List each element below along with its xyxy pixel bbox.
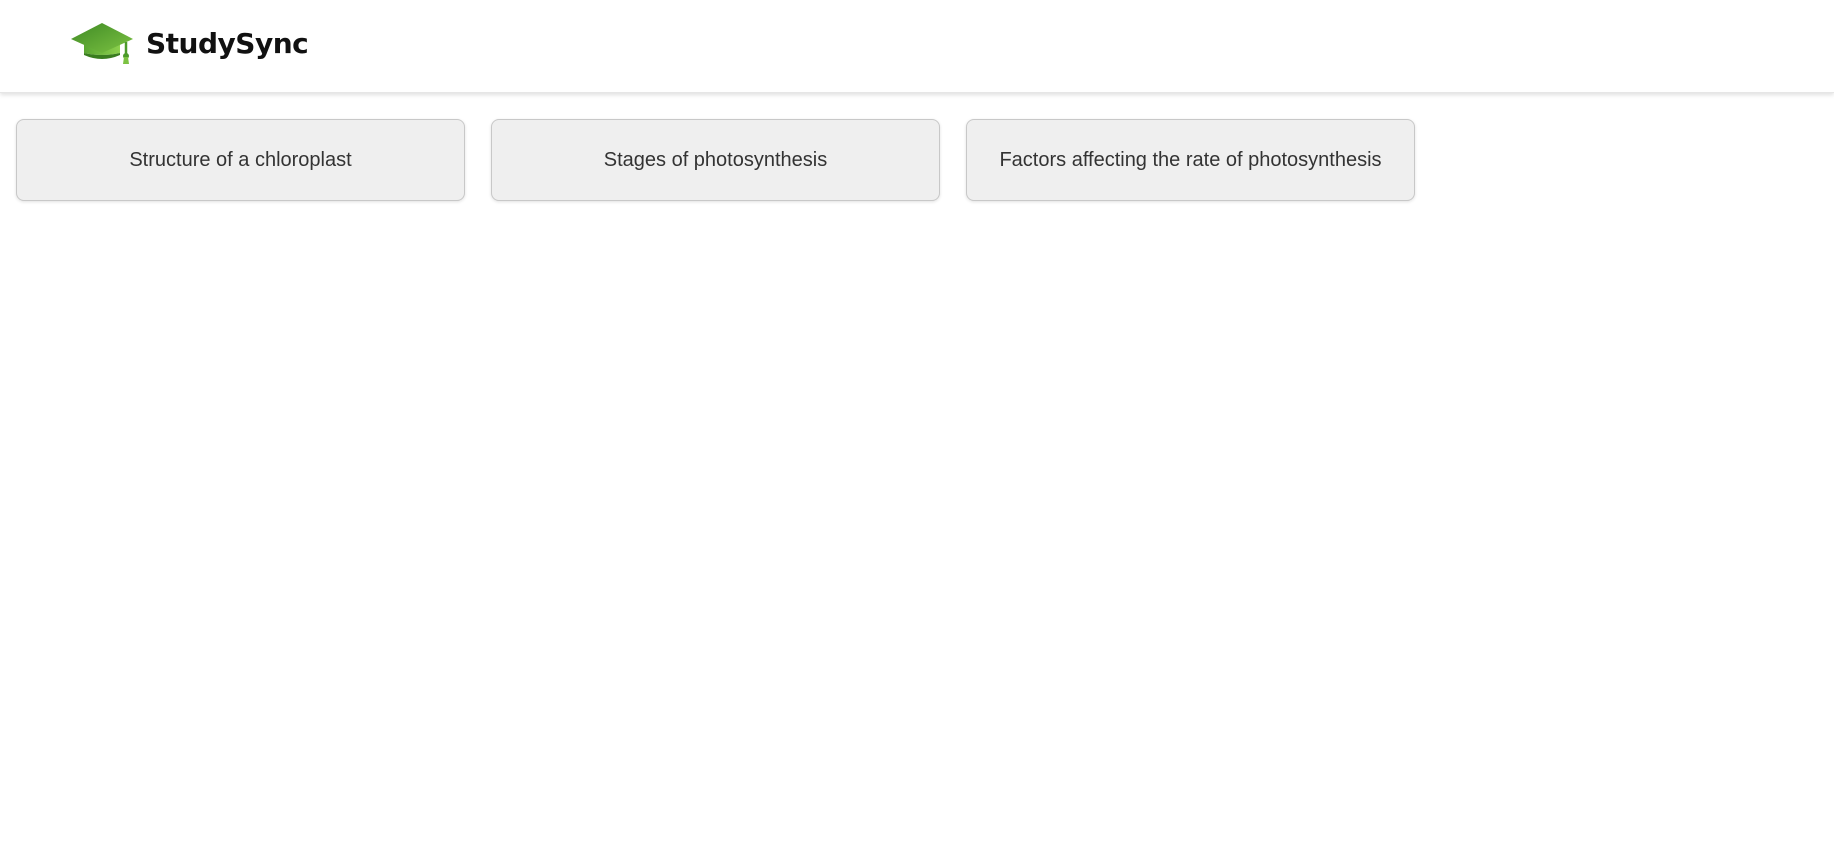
topic-list: Structure of a chloroplast Stages of pho… [16, 119, 1415, 201]
topic-button-chloroplast-structure[interactable]: Structure of a chloroplast [16, 119, 465, 201]
brand-logo[interactable]: StudySync [70, 21, 309, 67]
brand-name: StudySync [146, 27, 309, 60]
topic-button-photosynthesis-factors[interactable]: Factors affecting the rate of photosynth… [966, 119, 1415, 201]
top-header: StudySync [0, 0, 1834, 93]
topic-button-photosynthesis-stages[interactable]: Stages of photosynthesis [491, 119, 940, 201]
graduation-cap-icon [71, 23, 133, 64]
